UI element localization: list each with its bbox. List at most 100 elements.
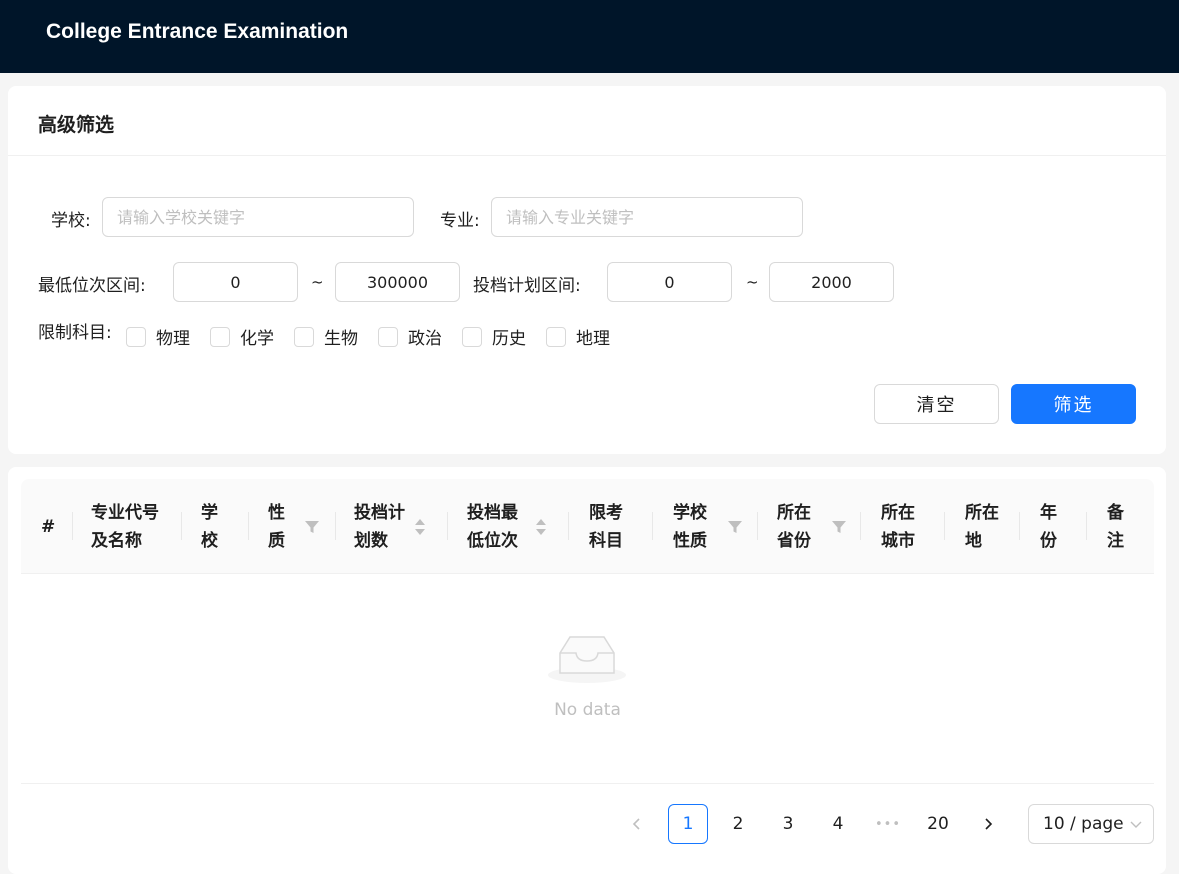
school-input[interactable] [102, 197, 414, 237]
column-header-label: 所在 地 [965, 502, 999, 551]
page-button-2[interactable]: 2 [718, 804, 758, 844]
chevron-down-icon [1130, 821, 1142, 828]
rank-min-input[interactable] [173, 262, 298, 302]
checkbox-label: 地理 [576, 329, 610, 349]
column-header-label: 所在 城市 [881, 502, 915, 551]
top-bar: College Entrance Examination [0, 0, 1179, 73]
checkbox[interactable] [462, 326, 482, 347]
advanced-filter-card: 高级筛选 学校: 专业: 最低位次区间: ~ 投档计划区间: ~ 限制科目: 物… [8, 86, 1166, 454]
empty-text: No data [554, 700, 621, 720]
filter-button[interactable]: 筛选 [1011, 384, 1136, 424]
page-size-select[interactable]: 10 / page [1028, 804, 1154, 844]
plan-min-input[interactable] [607, 262, 732, 302]
column-header-label: 所在 省份 [777, 502, 811, 551]
filter-funnel-icon[interactable] [304, 519, 320, 535]
column-header-min-rank[interactable]: 投档最 低位次 [467, 479, 518, 574]
subject-checkbox-politics[interactable]: 政治 [378, 324, 442, 349]
subject-checkbox-physics[interactable]: 物理 [126, 324, 190, 349]
column-header-nature[interactable]: 性 质 [268, 479, 285, 574]
column-divider [944, 512, 945, 540]
school-label: 学校: [51, 211, 91, 231]
column-header-plan-count[interactable]: 投档计 划数 [354, 479, 405, 574]
sort-icon[interactable] [535, 517, 547, 537]
column-header-label: 限考 科目 [589, 502, 623, 551]
checkbox-label: 化学 [240, 329, 274, 349]
subject-checkbox-geography[interactable]: 地理 [546, 324, 610, 349]
rank-max-input[interactable] [335, 262, 460, 302]
plan-range-separator: ~ [746, 273, 759, 291]
column-header-label: 性 质 [268, 502, 285, 551]
column-header-label: 年 份 [1040, 502, 1057, 551]
clear-button[interactable]: 清空 [874, 384, 999, 424]
checkbox[interactable] [126, 326, 146, 347]
next-page-button[interactable] [968, 804, 1008, 844]
page-button-4[interactable]: 4 [818, 804, 858, 844]
chevron-right-icon [985, 818, 993, 830]
checkbox[interactable] [294, 326, 314, 347]
column-divider [568, 512, 569, 540]
major-input[interactable] [491, 197, 803, 237]
column-header-province[interactable]: 所在 省份 [777, 479, 811, 574]
filter-card-header: 高级筛选 [8, 86, 1166, 156]
column-header-label: # [41, 516, 56, 537]
column-header-label: 学 校 [201, 502, 218, 551]
column-divider [860, 512, 861, 540]
column-header-location: 所在 地 [965, 479, 999, 574]
results-table-card: # 专业代号 及名称 学 校 性 质 投档计 划数 投档最 低位次 限考 科目 … [8, 467, 1166, 874]
app-title: College Entrance Examination [46, 20, 349, 43]
subject-checkbox-chemistry[interactable]: 化学 [210, 324, 274, 349]
subject-checkbox-history[interactable]: 历史 [462, 324, 526, 349]
column-divider [447, 512, 448, 540]
column-header-school-type[interactable]: 学校 性质 [673, 479, 707, 574]
empty-inbox-icon [548, 636, 626, 683]
column-divider [181, 512, 182, 540]
column-header-label: 投档最 低位次 [467, 502, 518, 551]
table-header: # 专业代号 及名称 学 校 性 质 投档计 划数 投档最 低位次 限考 科目 … [21, 479, 1154, 574]
column-header-remarks: 备 注 [1107, 479, 1124, 574]
filter-funnel-icon[interactable] [831, 519, 847, 535]
empty-state: No data [21, 574, 1154, 783]
page-button-1[interactable]: 1 [668, 804, 708, 844]
page-size-value: 10 / page [1043, 814, 1124, 834]
plan-max-input[interactable] [769, 262, 894, 302]
column-header-index: # [41, 479, 55, 574]
column-header-subjects: 限考 科目 [589, 479, 623, 574]
column-divider [1019, 512, 1020, 540]
column-divider [652, 512, 653, 540]
prev-page-button[interactable] [617, 804, 657, 844]
column-header-label: 投档计 划数 [354, 502, 405, 551]
column-header-label: 学校 性质 [673, 502, 707, 551]
column-divider [1086, 512, 1087, 540]
page-jump-ellipsis[interactable]: ••• [868, 804, 908, 844]
chevron-left-icon [632, 818, 640, 830]
column-header-label: 备 注 [1107, 502, 1124, 551]
column-header-major: 专业代号 及名称 [91, 479, 159, 574]
checkbox-label: 生物 [324, 329, 358, 349]
filter-card-title: 高级筛选 [38, 114, 115, 136]
subject-checkbox-biology[interactable]: 生物 [294, 324, 358, 349]
column-header-city: 所在 城市 [881, 479, 915, 574]
checkbox[interactable] [378, 326, 398, 347]
column-header-year: 年 份 [1040, 479, 1057, 574]
page-button-3[interactable]: 3 [768, 804, 808, 844]
column-divider [248, 512, 249, 540]
checkbox-label: 历史 [492, 329, 526, 349]
subjects-label: 限制科目: [38, 323, 112, 343]
column-divider [72, 512, 73, 540]
filter-funnel-icon[interactable] [727, 519, 743, 535]
column-divider [757, 512, 758, 540]
subject-checkbox-group: 物理 化学 生物 政治 历史 地理 [126, 324, 630, 349]
major-label: 专业: [440, 211, 480, 231]
table-divider [21, 783, 1154, 784]
checkbox-label: 政治 [408, 329, 442, 349]
checkbox[interactable] [546, 326, 566, 347]
rank-range-label: 最低位次区间: [38, 276, 146, 296]
rank-range-separator: ~ [311, 273, 324, 291]
page-button-20[interactable]: 20 [918, 804, 958, 844]
column-header-label: 专业代号 及名称 [91, 502, 159, 551]
sort-icon[interactable] [414, 517, 426, 537]
column-divider [335, 512, 336, 540]
plan-range-label: 投档计划区间: [473, 276, 581, 296]
checkbox-label: 物理 [156, 329, 190, 349]
checkbox[interactable] [210, 326, 230, 347]
